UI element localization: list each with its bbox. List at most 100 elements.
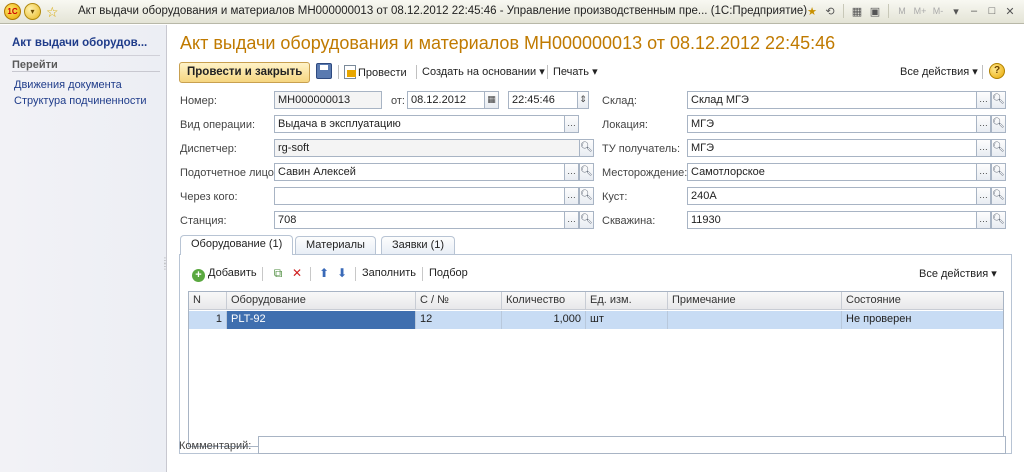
accountable-search-icon[interactable]: 🔍︎ — [579, 163, 594, 181]
number-label: Номер: — [180, 95, 217, 107]
all-actions-button[interactable]: Все действия ▾ — [900, 65, 978, 78]
print-button[interactable]: Печать ▾ — [553, 65, 598, 78]
location-search-icon[interactable]: 🔍︎ — [991, 115, 1006, 133]
tu-receiver-select-button[interactable]: … — [976, 139, 991, 157]
accountable-field[interactable]: Савин Алексей — [274, 163, 565, 181]
oilfield-search-icon[interactable]: 🔍︎ — [991, 163, 1006, 181]
link-icon[interactable]: ⟲ — [822, 3, 838, 19]
memory-m-button[interactable]: M — [894, 3, 910, 19]
cell-unit[interactable]: шт — [586, 311, 668, 329]
move-down-icon[interactable]: ⬇ — [335, 266, 349, 280]
tab-materials[interactable]: Материалы — [295, 236, 376, 254]
pad-select-button[interactable]: … — [976, 187, 991, 205]
copy-row-icon[interactable]: ⧉ — [271, 266, 285, 280]
warehouse-field[interactable]: Склад МГЭ — [687, 91, 977, 109]
move-up-icon[interactable]: ⬆ — [317, 266, 331, 280]
oilfield-select-button[interactable]: … — [976, 163, 991, 181]
table-all-actions-button[interactable]: Все действия ▾ — [919, 267, 997, 280]
station-search-icon[interactable]: 🔍︎ — [579, 211, 594, 229]
dispatcher-field[interactable]: rg-soft — [274, 139, 580, 157]
comment-label: Комментарий: — [179, 440, 252, 452]
cell-state[interactable]: Не проверен — [842, 311, 1003, 329]
cell-serial[interactable]: 12 — [416, 311, 502, 329]
time-spinner[interactable]: ⇕ — [577, 91, 589, 109]
number-field[interactable]: МН000000013 — [274, 91, 382, 109]
station-select-button[interactable]: … — [564, 211, 579, 229]
column-header-n[interactable]: N — [189, 292, 227, 310]
well-field[interactable]: 11930 — [687, 211, 977, 229]
pad-field[interactable]: 240А — [687, 187, 977, 205]
sidebar-item-document-movements[interactable]: Движения документа — [14, 79, 122, 91]
tab-equipment[interactable]: Оборудование (1) — [180, 235, 294, 255]
add-row-button[interactable]: + Добавить — [192, 267, 257, 282]
column-header-equipment[interactable]: Оборудование — [227, 292, 416, 310]
date-field[interactable]: 08.12.2012 — [407, 91, 485, 109]
maximize-icon[interactable]: □ — [984, 3, 1000, 19]
cell-quantity[interactable]: 1,000 — [502, 311, 586, 329]
via-whom-field[interactable] — [274, 187, 565, 205]
minimize-icon[interactable]: – — [966, 3, 982, 19]
main-menu-button[interactable]: ▾ — [24, 3, 41, 20]
memory-plus-button[interactable]: M+ — [912, 3, 928, 19]
cell-note[interactable] — [668, 311, 842, 329]
operation-select-button[interactable]: … — [564, 115, 579, 133]
favorite-star-icon[interactable]: ☆ — [46, 5, 59, 19]
dispatcher-label: Диспетчер: — [180, 143, 237, 155]
time-field[interactable]: 22:45:46 — [508, 91, 578, 109]
location-select-button[interactable]: … — [976, 115, 991, 133]
well-search-icon[interactable]: 🔍︎ — [991, 211, 1006, 229]
table-row[interactable]: 1 PLT-92 12 1,000 шт Не проверен — [189, 311, 1003, 329]
operation-field[interactable]: Выдача в эксплуатацию — [274, 115, 565, 133]
via-whom-search-icon[interactable]: 🔍︎ — [579, 187, 594, 205]
app-logo-icon[interactable]: 1С — [4, 3, 21, 20]
create-based-on-button[interactable]: Создать на основании ▾ — [422, 65, 545, 78]
command-separator — [310, 267, 311, 281]
chevron-down-icon: ▾ — [592, 66, 598, 78]
equipment-table[interactable]: N Оборудование С / № Количество Ед. изм.… — [188, 291, 1004, 447]
column-header-quantity[interactable]: Количество — [502, 292, 586, 310]
cell-equipment[interactable]: PLT-92 — [227, 311, 416, 329]
select-button[interactable]: Подбор — [429, 267, 468, 279]
table-all-actions-label: Все действия — [919, 268, 989, 280]
column-header-unit[interactable]: Ед. изм. — [586, 292, 668, 310]
window-menu-icon[interactable]: ▾ — [948, 3, 964, 19]
post-and-close-button[interactable]: Провести и закрыть — [179, 62, 311, 83]
create-based-on-label: Создать на основании — [422, 66, 537, 78]
sidebar-item-subordination-structure[interactable]: Структура подчиненности — [14, 95, 147, 107]
pad-search-icon[interactable]: 🔍︎ — [991, 187, 1006, 205]
equipment-tab-panel: + Добавить ⧉ ✕ ⬆ ⬇ Заполнить Подбор Все д… — [179, 254, 1012, 454]
comment-field[interactable] — [258, 436, 1006, 454]
save-icon[interactable] — [316, 63, 332, 79]
fill-button[interactable]: Заполнить — [362, 267, 416, 279]
command-separator — [262, 267, 263, 281]
operation-label: Вид операции: — [180, 119, 256, 131]
close-icon[interactable]: ✕ — [1002, 3, 1018, 19]
cell-n: 1 — [189, 311, 227, 329]
via-whom-select-button[interactable]: … — [564, 187, 579, 205]
calculator-icon[interactable]: ▦ — [849, 3, 865, 19]
sidebar-title[interactable]: Акт выдачи оборудов... — [12, 37, 147, 49]
column-header-state[interactable]: Состояние — [842, 292, 1003, 310]
help-icon[interactable]: ? — [989, 63, 1005, 79]
oilfield-field[interactable]: Самотлорское — [687, 163, 977, 181]
accountable-select-button[interactable]: … — [564, 163, 579, 181]
well-select-button[interactable]: … — [976, 211, 991, 229]
favorites-icon[interactable]: ★ — [804, 3, 820, 19]
calendar-picker-icon[interactable]: ▦ — [484, 91, 499, 109]
warehouse-select-button[interactable]: … — [976, 91, 991, 109]
command-separator — [338, 65, 339, 79]
station-field[interactable]: 708 — [274, 211, 565, 229]
post-button[interactable]: Провести — [344, 65, 407, 79]
column-header-serial[interactable]: С / № — [416, 292, 502, 310]
calendar-icon[interactable]: ▣ — [867, 3, 883, 19]
tab-requests[interactable]: Заявки (1) — [381, 236, 456, 254]
warehouse-search-icon[interactable]: 🔍︎ — [991, 91, 1006, 109]
delete-row-icon[interactable]: ✕ — [290, 266, 304, 280]
column-header-note[interactable]: Примечание — [668, 292, 842, 310]
post-document-icon — [344, 65, 356, 79]
location-field[interactable]: МГЭ — [687, 115, 977, 133]
tu-receiver-field[interactable]: МГЭ — [687, 139, 977, 157]
memory-minus-button[interactable]: M- — [930, 3, 946, 19]
tu-receiver-search-icon[interactable]: 🔍︎ — [991, 139, 1006, 157]
dispatcher-search-icon[interactable]: 🔍︎ — [579, 139, 594, 157]
